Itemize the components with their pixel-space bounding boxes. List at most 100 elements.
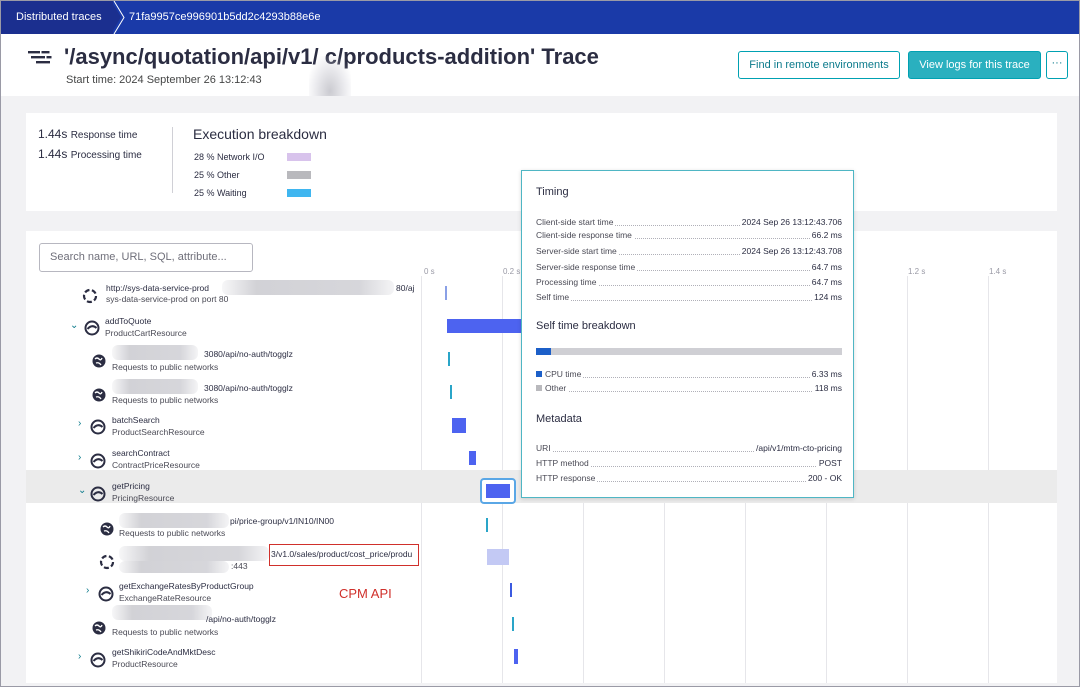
node-name: addToQuote	[105, 316, 152, 326]
chevron-right-icon[interactable]: ›	[78, 452, 81, 463]
timing-key: Processing time	[536, 277, 599, 287]
chevron-right-icon[interactable]: ›	[78, 651, 81, 662]
find-in-remote-environments-button[interactable]: Find in remote environments	[738, 51, 900, 79]
self-time-value: 118 ms	[812, 383, 842, 393]
breakdown-waiting-label: 25 % Waiting	[194, 188, 247, 198]
self-time-key: CPU time	[536, 369, 584, 379]
node-name: batchSearch	[112, 415, 160, 425]
search-input[interactable]: Search name, URL, SQL, attribute...	[39, 243, 253, 272]
node-name: getShikiriCodeAndMktDesc	[112, 647, 216, 657]
breakdown-network-swatch	[287, 153, 311, 161]
node-name: getExchangeRatesByProductGroup	[119, 581, 254, 591]
timing-key: Client-side start time	[536, 217, 616, 227]
node-name: searchContract	[112, 448, 170, 458]
redaction-blur	[112, 605, 212, 620]
timing-value: 2024 Sep 26 13:12:43.708	[739, 246, 842, 256]
timing-value: 66.2 ms	[809, 230, 842, 240]
timing-key: Server-side response time	[536, 262, 638, 272]
node-subtitle: ProductResource	[112, 659, 178, 669]
web-service-icon	[90, 419, 106, 435]
span-details-popup: Timing Client-side start time 2024 Sep 26…	[521, 170, 854, 498]
globe-icon	[92, 388, 106, 402]
span-bar[interactable]	[514, 649, 518, 664]
breadcrumb-distributed-traces[interactable]: Distributed traces	[1, 1, 113, 34]
self-time-bar	[536, 348, 842, 355]
redaction-blur	[112, 379, 198, 394]
metadata-value: /api/v1/mtm-cto-pricing	[754, 443, 842, 453]
view-logs-button[interactable]: View logs for this trace	[908, 51, 1041, 79]
span-bar[interactable]	[512, 617, 514, 631]
web-service-icon	[98, 586, 114, 602]
chevron-right-icon[interactable]: ›	[86, 585, 89, 596]
node-subtitle: Requests to public networks	[112, 627, 219, 637]
web-service-icon	[90, 453, 106, 469]
breakdown-network-label: 28 % Network I/O	[194, 152, 265, 162]
span-bar[interactable]	[486, 518, 488, 532]
chevron-right-icon[interactable]: ›	[78, 418, 81, 429]
redaction-blur	[112, 345, 198, 360]
redaction-blur	[119, 546, 269, 561]
redaction-blur	[119, 561, 229, 573]
metadata-value: POST	[816, 458, 842, 468]
axis-label-1-4s: 1.4 s	[989, 267, 1007, 276]
metadata-key: URI	[536, 443, 553, 453]
annotation-highlight-box	[269, 544, 419, 566]
processing-time-label: Processing time	[70, 150, 142, 161]
span-bar[interactable]	[445, 286, 447, 300]
node-name: 3080/api/no-auth/togglz	[204, 383, 293, 393]
processing-time: 1.44s Processing time	[38, 147, 142, 161]
span-bar[interactable]	[450, 385, 452, 399]
breakdown-other-swatch	[287, 171, 311, 179]
metadata-value: 200 - OK	[805, 473, 842, 483]
node-subtitle: :443	[231, 561, 248, 571]
annotation-cpm-api: CPM API	[339, 586, 392, 601]
timing-row: Server-side start time 2024 Sep 26 13:12:…	[536, 246, 842, 257]
divider	[172, 127, 173, 193]
breakdown-other-label: 25 % Other	[194, 170, 240, 180]
self-time-title: Self time breakdown	[536, 320, 636, 332]
other-time-label: Other	[545, 383, 567, 393]
cpu-swatch	[536, 371, 542, 377]
breakdown-waiting-swatch	[287, 189, 311, 197]
self-time-cpu-fill	[536, 348, 552, 355]
node-name: 3080/api/no-auth/togglz	[204, 349, 293, 359]
node-name-tail: 80/aj	[396, 283, 415, 293]
span-bar-selected[interactable]	[480, 478, 516, 504]
span-bar[interactable]	[447, 319, 527, 333]
more-options-button[interactable]: ···	[1046, 51, 1068, 79]
start-time: Start time: 2024 September 26 13:12:43	[66, 74, 262, 86]
node-name: /api/no-auth/togglz	[206, 614, 276, 624]
metadata-key: HTTP response	[536, 473, 598, 483]
app-frame: Distributed traces 71fa9957ce996901b5dd2…	[0, 0, 1080, 687]
chevron-down-icon[interactable]: ⌄	[70, 320, 78, 331]
breadcrumb-trace-id[interactable]: 71fa9957ce996901b5dd2c4293b88e6e	[129, 1, 320, 34]
span-bar[interactable]	[510, 583, 512, 597]
timing-value: 64.7 ms	[809, 262, 842, 272]
axis-label-0-2s: 0.2 s	[503, 267, 521, 276]
response-time-label: Response time	[70, 130, 138, 141]
timing-row: Self time 124 ms	[536, 292, 842, 303]
span-bar[interactable]	[452, 418, 466, 433]
node-subtitle: ProductSearchResource	[112, 427, 205, 437]
span-bar-fill	[486, 484, 510, 498]
span-bar[interactable]	[469, 451, 476, 465]
timing-row: Server-side response time 64.7 ms	[536, 262, 842, 273]
node-subtitle: ContractPriceResource	[112, 460, 200, 470]
globe-icon	[100, 522, 114, 536]
web-service-icon	[90, 652, 106, 668]
page-header: '/async/quotation/api/v1/ c/products-add…	[1, 34, 1079, 126]
chevron-down-icon[interactable]: ⌄	[78, 485, 86, 496]
timing-row: Client-side response time 66.2 ms	[536, 230, 842, 241]
execution-breakdown-title: Execution breakdown	[193, 126, 327, 142]
span-bar[interactable]	[487, 549, 509, 565]
self-time-row: CPU time 6.33 ms	[536, 369, 842, 380]
timing-title: Timing	[536, 186, 569, 198]
node-subtitle: Requests to public networks	[119, 528, 226, 538]
timing-key: Self time	[536, 292, 572, 302]
span-bar[interactable]	[448, 352, 450, 366]
waterfall-icon	[28, 51, 52, 64]
axis-label-1-2s: 1.2 s	[908, 267, 926, 276]
service-call-icon	[99, 554, 115, 570]
metadata-row: HTTP response 200 - OK	[536, 473, 842, 484]
self-time-key: Other	[536, 383, 569, 393]
